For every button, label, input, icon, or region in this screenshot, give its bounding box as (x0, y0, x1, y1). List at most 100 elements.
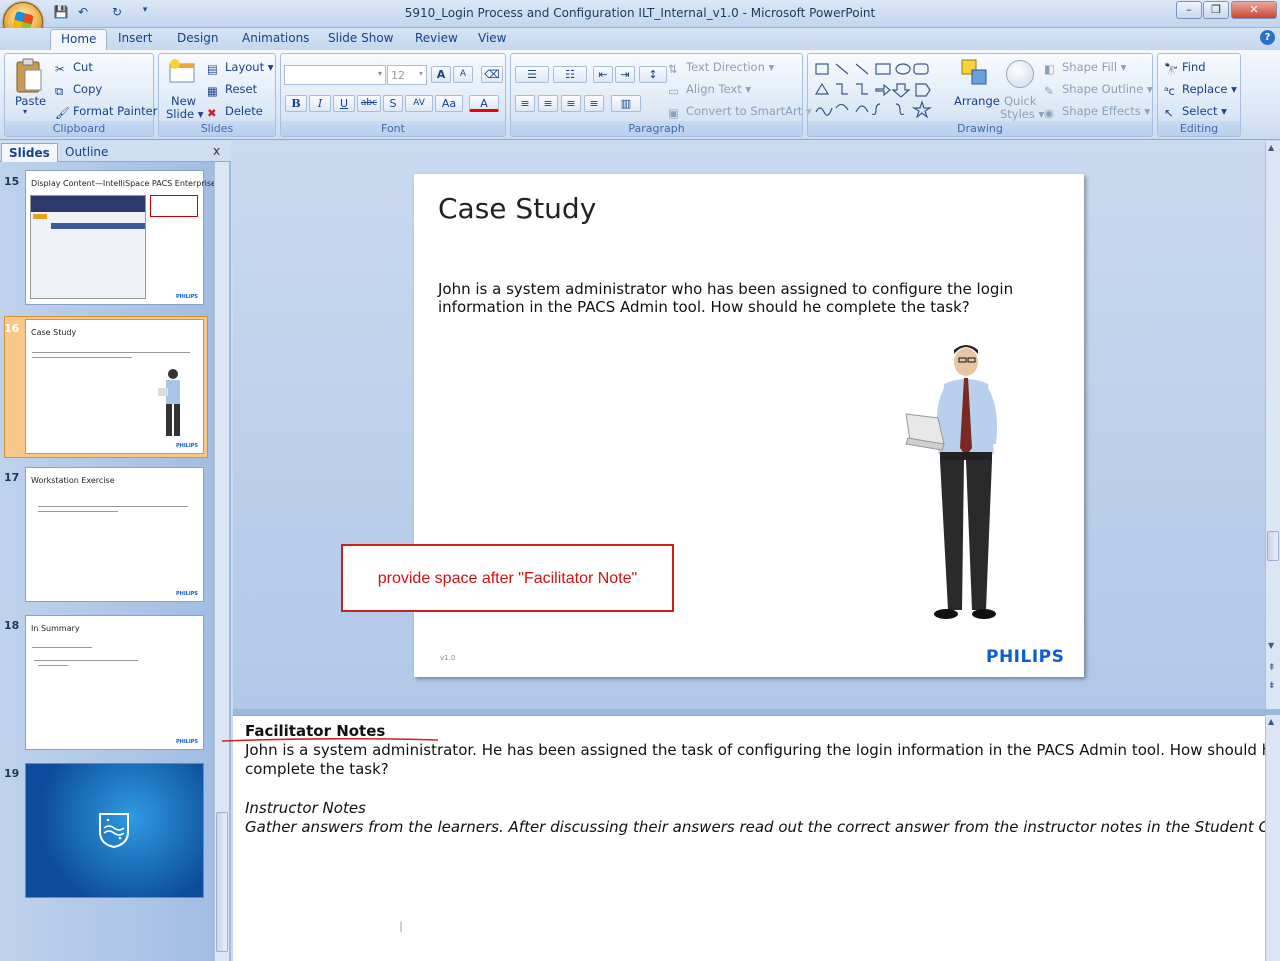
underline-button[interactable]: U (333, 95, 355, 112)
maximize-button[interactable]: ❐ (1203, 1, 1229, 19)
slide-scrollbar[interactable]: ▲ ▼ ⇞ ⇟ (1265, 141, 1280, 709)
paragraph-label: Paragraph (511, 121, 802, 136)
paste-button[interactable]: Paste (15, 94, 46, 108)
slide-number: 18 (4, 619, 20, 632)
arrange-button[interactable]: Arrange (954, 94, 1000, 108)
paragraph-group: ☰ ☷ ⇤ ⇥ ↕ ≡ ≡ ≡ ≡ ▥ ⇅ Text Direction ▾ ▭ A… (510, 53, 812, 137)
tab-review[interactable]: Review (405, 29, 468, 50)
slide-thumbnail-15[interactable]: Display Content—IntelliSpace PACS Enterp… (25, 170, 216, 305)
cut-button[interactable]: ✂ Cut (55, 60, 93, 76)
bold-button[interactable]: B (285, 95, 307, 112)
annotation-underline (222, 738, 438, 742)
notes-text[interactable]: complete the task? (245, 760, 389, 778)
delete-button[interactable]: ✖ Delete (207, 104, 263, 120)
tab-slides[interactable]: Slides (1, 143, 58, 162)
tab-home[interactable]: Home (50, 29, 108, 50)
slide-title[interactable]: Case Study (438, 192, 596, 225)
paste-icon[interactable] (13, 58, 45, 96)
slide-thumbnail-16[interactable]: Case Study PHILIPS (25, 319, 204, 454)
convert-smartart-button[interactable]: ▣ Convert to SmartArt ▾ (668, 104, 812, 120)
change-case-button[interactable]: Aa (435, 95, 463, 112)
tab-view[interactable]: View (468, 29, 516, 50)
justify-icon[interactable]: ≡ (584, 95, 604, 112)
tab-insert[interactable]: Insert (108, 29, 162, 50)
notes-text[interactable]: John is a system administrator. He has b… (245, 741, 1280, 759)
new-slide-button[interactable]: New (171, 94, 196, 108)
strikethrough-button[interactable]: abc (357, 95, 381, 112)
bullets-icon[interactable]: ☰ (515, 66, 549, 83)
layout-button[interactable]: ▤ Layout ▾ (207, 60, 274, 76)
ribbon-tabs: Home Insert Design Animations Slide Show… (0, 28, 1280, 50)
businessman-image[interactable] (904, 344, 1024, 634)
previous-slide-icon[interactable]: ⇞ (1268, 663, 1276, 673)
save-icon[interactable]: 💾 (52, 5, 70, 21)
redo-icon[interactable]: ↻ (108, 5, 126, 21)
minimize-button[interactable]: – (1176, 1, 1202, 19)
replace-button[interactable]: ᵃc Replace ▾ (1164, 82, 1237, 98)
font-name-dropdown[interactable]: ▾ (284, 65, 386, 85)
delete-icon: ✖ (207, 106, 217, 120)
scrollbar-thumb[interactable] (1267, 531, 1279, 561)
line-spacing-icon[interactable]: ↕ (639, 66, 667, 83)
new-slide-icon[interactable] (167, 58, 197, 86)
tab-slide-show[interactable]: Slide Show (318, 29, 403, 50)
reset-button[interactable]: ▦ Reset (207, 82, 257, 98)
format-painter-button[interactable]: 🖌 Format Painter (55, 104, 157, 120)
font-color-button[interactable]: A (469, 95, 499, 112)
quick-styles-button[interactable]: Quick (1004, 94, 1037, 108)
copy-button[interactable]: ⧉ Copy (55, 82, 102, 98)
shrink-font-button[interactable]: A (453, 66, 473, 83)
slide-body-text[interactable]: John is a system administrator who has b… (438, 280, 1058, 316)
notes-scrollbar[interactable]: ▲ (1265, 715, 1280, 961)
arrange-icon[interactable] (960, 58, 990, 88)
quick-styles-icon[interactable] (1006, 60, 1034, 88)
align-text-button[interactable]: ▭ Align Text ▾ (668, 82, 751, 98)
scroll-up-icon[interactable]: ▲ (1268, 717, 1274, 726)
italic-button[interactable]: I (309, 95, 331, 112)
numbering-icon[interactable]: ☷ (553, 66, 587, 83)
align-text-icon: ▭ (668, 84, 679, 98)
undo-icon[interactable]: ↶ (74, 5, 92, 21)
shape-fill-button[interactable]: ◧ Shape Fill ▾ (1044, 60, 1126, 76)
instructor-notes-heading[interactable]: Instructor Notes (245, 799, 366, 817)
slide-thumbnail-19[interactable] (25, 763, 204, 898)
columns-icon[interactable]: ▥ (611, 95, 641, 112)
shadow-button[interactable]: S (383, 95, 403, 112)
customize-qat-icon[interactable]: ▾ (136, 5, 154, 21)
scroll-up-icon[interactable]: ▲ (1268, 143, 1274, 152)
instructor-notes-text[interactable]: Gather answers from the learners. After … (245, 818, 1280, 836)
smartart-icon: ▣ (668, 106, 679, 120)
thumbnail-title: Display Content—IntelliSpace PACS Enterp… (31, 179, 216, 188)
scrollbar-thumb[interactable] (216, 812, 228, 952)
tab-animations[interactable]: Animations (232, 29, 319, 50)
increase-indent-icon[interactable]: ⇥ (615, 66, 635, 83)
align-left-icon[interactable]: ≡ (515, 95, 535, 112)
text-direction-button[interactable]: ⇅ Text Direction ▾ (668, 60, 774, 76)
help-icon[interactable]: ? (1260, 30, 1275, 45)
philips-logo: PHILIPS (986, 647, 1065, 667)
font-size-dropdown[interactable]: 12 ▾ (387, 65, 427, 85)
decrease-indent-icon[interactable]: ⇤ (593, 66, 613, 83)
slides-pane-scrollbar[interactable] (214, 162, 229, 961)
close-pane-icon[interactable]: x (213, 144, 220, 158)
find-button[interactable]: 🔭 Find (1164, 60, 1206, 76)
clear-formatting-icon[interactable]: ⌫ (481, 66, 503, 83)
align-center-icon[interactable]: ≡ (538, 95, 558, 112)
slide-thumbnail-18[interactable]: In Summary PHILIPS (25, 615, 204, 750)
tab-design[interactable]: Design (167, 29, 228, 50)
grow-font-button[interactable]: A (431, 66, 451, 83)
notes-pane[interactable]: Facilitator Notes John is a system admin… (233, 715, 1280, 961)
close-button[interactable]: ✕ (1231, 1, 1277, 19)
shape-effects-button[interactable]: ◉ Shape Effects ▾ (1044, 104, 1150, 120)
char-spacing-button[interactable]: AV (405, 95, 433, 112)
scroll-down-icon[interactable]: ▼ (1268, 641, 1274, 650)
tab-outline[interactable]: Outline (58, 143, 115, 162)
review-callout[interactable]: provide space after "Facilitator Note" (341, 544, 674, 612)
select-button[interactable]: ↖ Select ▾ (1164, 104, 1227, 120)
slide-thumbnail-17[interactable]: Workstation Exercise PHILIPS (25, 467, 204, 602)
ribbon: Paste ▾ ✂ Cut ⧉ Copy 🖌 Format Painter Clipb… (0, 50, 1280, 140)
shapes-gallery[interactable] (814, 60, 942, 119)
align-right-icon[interactable]: ≡ (561, 95, 581, 112)
shape-outline-button[interactable]: ✎ Shape Outline ▾ (1044, 82, 1153, 98)
next-slide-icon[interactable]: ⇟ (1268, 681, 1276, 691)
